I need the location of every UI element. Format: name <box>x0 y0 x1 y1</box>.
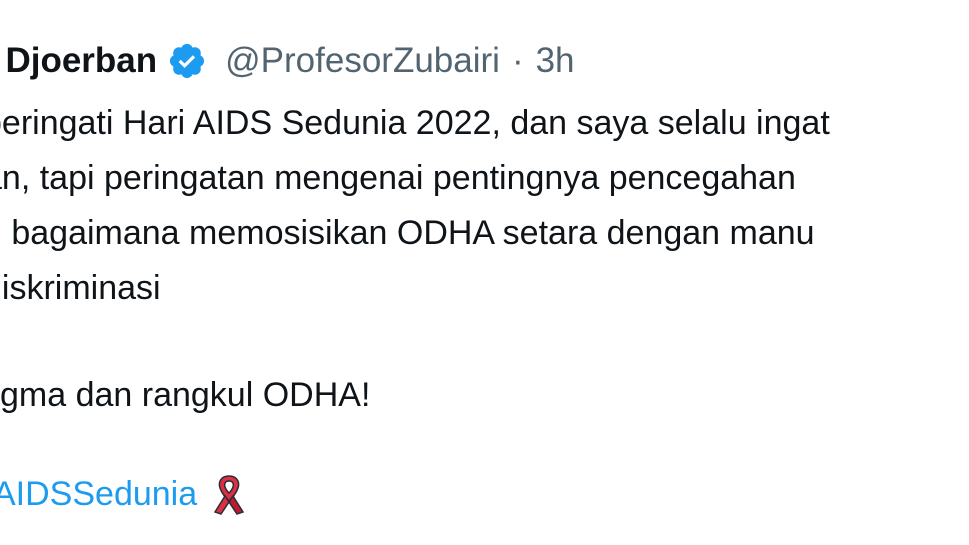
tweet-text-line: diskriminasi <box>0 269 161 307</box>
tweet-text-line: peringati Hari AIDS Sedunia 2022, dan sa… <box>0 104 830 142</box>
tweet-text-line: tigma dan rangkul ODHA! <box>0 376 371 414</box>
tweet-text: peringati Hari AIDS Sedunia 2022, dan sa… <box>0 96 969 423</box>
tweet-text-line: n bagaimana memosisikan ODHA setara deng… <box>0 214 815 252</box>
author-handle[interactable]: @ProfesorZubairi <box>225 36 500 86</box>
hashtag-link[interactable]: AIDSSedunia <box>0 467 197 522</box>
hashtag-line: AIDSSedunia <box>0 467 249 522</box>
red-ribbon-icon <box>209 472 249 518</box>
tweet-header: i Djoerban @ProfesorZubairi · 3h <box>0 36 575 86</box>
tweet-timestamp[interactable]: 3h <box>536 36 575 86</box>
author-name[interactable]: i Djoerban <box>0 36 157 86</box>
verified-badge-icon <box>167 41 207 81</box>
tweet: i Djoerban @ProfesorZubairi · 3h peringa… <box>0 0 969 545</box>
separator-dot: · <box>511 41 524 80</box>
tweet-text-line: an, tapi peringatan mengenai pentingnya … <box>0 159 796 197</box>
